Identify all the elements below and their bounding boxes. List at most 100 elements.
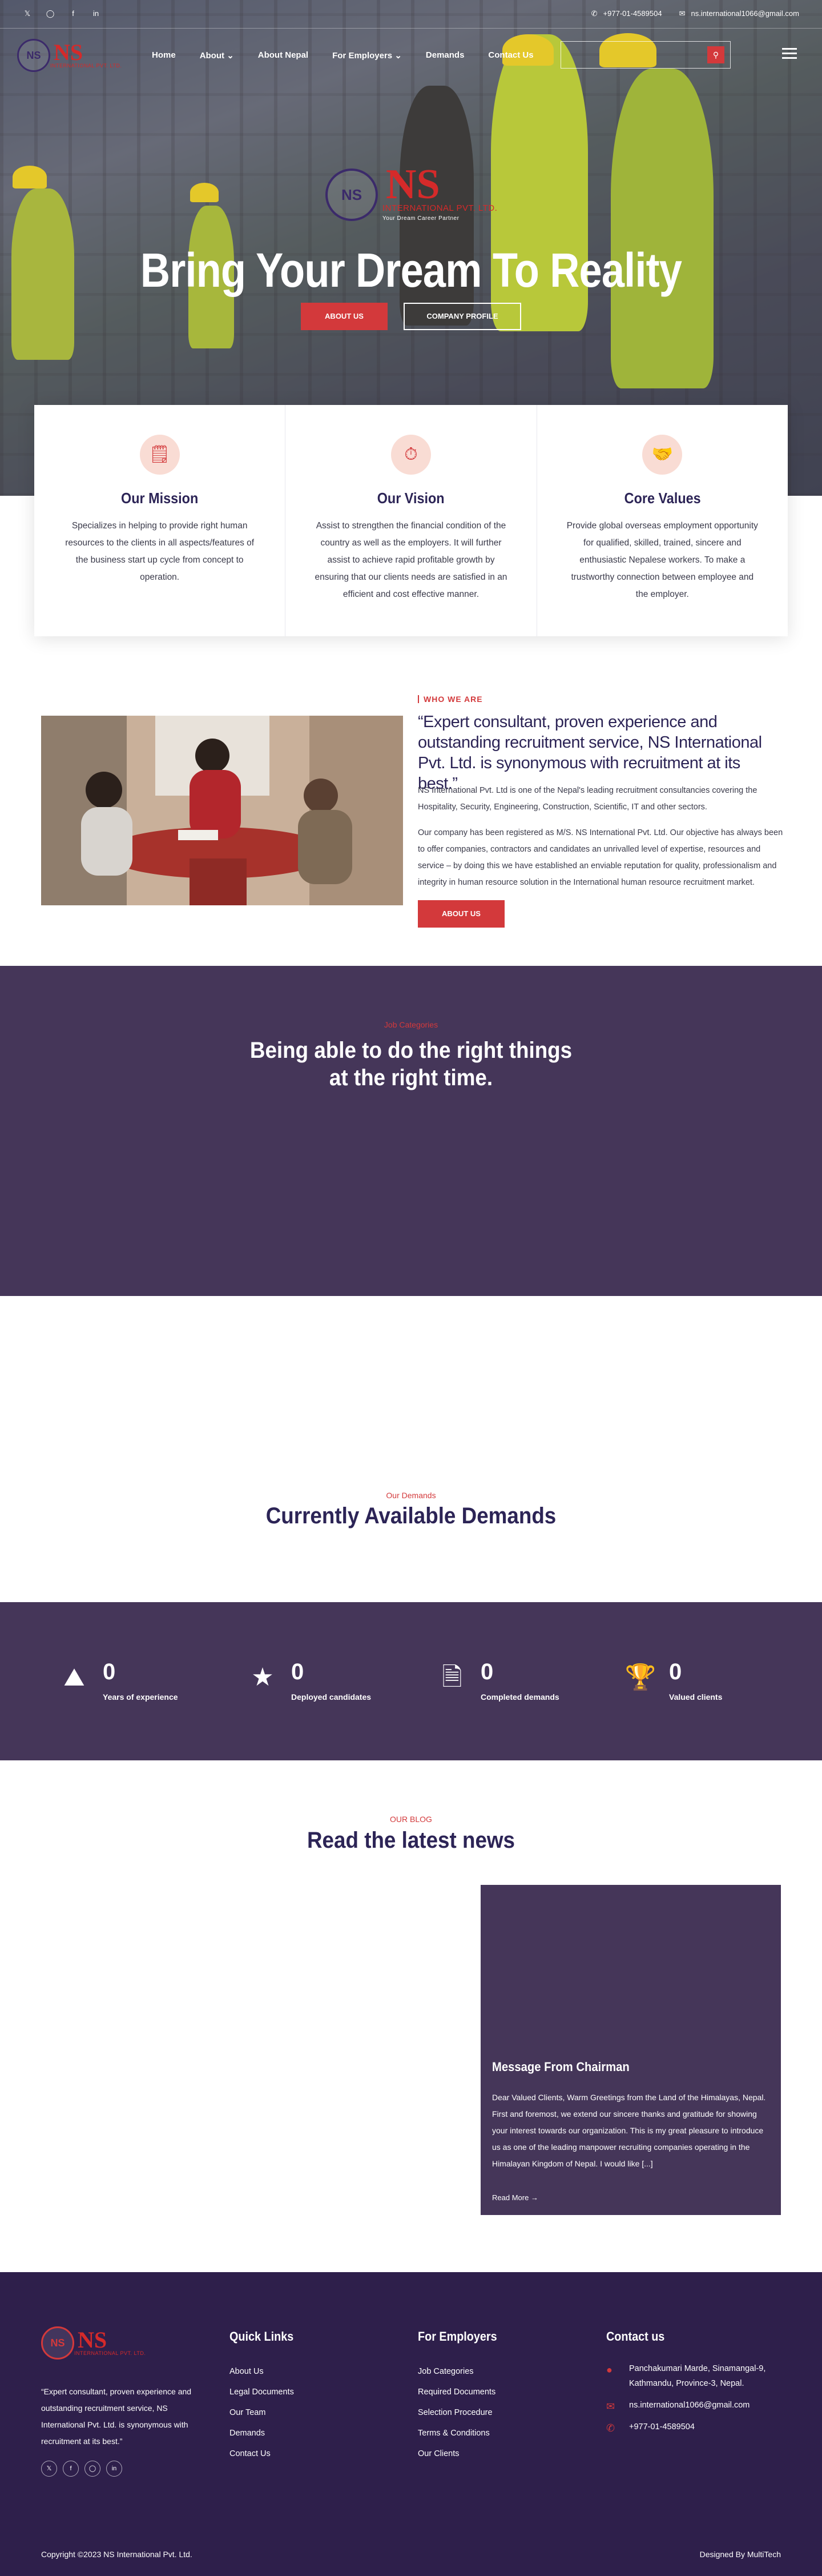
blog-card-excerpt: Dear Valued Clients, Warm Greetings from… xyxy=(492,2093,766,2168)
footer-link-about[interactable]: About Us xyxy=(229,2361,301,2382)
chevron-down-icon: ⌄ xyxy=(394,51,402,61)
search-icon[interactable]: ⚲ xyxy=(707,46,724,63)
top-phone-text: +977-01-4589504 xyxy=(603,9,662,18)
phone-icon: ✆ xyxy=(591,9,598,18)
stat-label: Valued clients xyxy=(669,1692,723,1702)
footer-email-text: ns.international1066@gmail.com xyxy=(629,2401,750,2410)
designed-by[interactable]: Designed By MultiTech xyxy=(700,2550,781,2559)
linkedin-icon[interactable]: in xyxy=(106,2461,122,2477)
footer-link-job-categories[interactable]: Job Categories xyxy=(418,2361,506,2382)
core-values-title: Core Values xyxy=(624,489,701,507)
hero-logo-emblem: NS xyxy=(325,168,378,221)
company-profile-button[interactable]: COMPANY PROFILE xyxy=(404,303,521,330)
facebook-icon[interactable]: f xyxy=(63,2461,79,2477)
footer-address: ● Panchakumari Marde, Sinamangal-9, Kathm… xyxy=(606,2361,789,2391)
stat-value: 0 xyxy=(103,1659,116,1684)
footer-social: 𝕏 f ◯ in xyxy=(41,2461,122,2477)
hero-buttons: ABOUT US COMPANY PROFILE xyxy=(0,303,822,330)
footer-link-legal[interactable]: Legal Documents xyxy=(229,2382,301,2402)
about-us-button[interactable]: ABOUT US xyxy=(301,303,388,330)
logo-name: NS xyxy=(54,39,83,65)
nav-about-nepal[interactable]: About Nepal xyxy=(258,50,308,61)
blog-eyebrow: OUR BLOG xyxy=(390,1815,432,1824)
hero-logo-name: NS xyxy=(386,161,440,208)
demands-eyebrow: Our Demands xyxy=(386,1491,436,1500)
stat-value: 0 xyxy=(481,1659,494,1684)
top-phone[interactable]: ✆ +977-01-4589504 xyxy=(591,9,662,18)
read-more-link[interactable]: Read More → xyxy=(492,2193,538,2202)
blog-title: Read the latest news xyxy=(307,1828,515,1853)
twitter-icon[interactable]: 𝕏 xyxy=(23,9,32,18)
hero-title: Bring Your Dream To Reality xyxy=(140,243,682,297)
footer-link-selection[interactable]: Selection Procedure xyxy=(418,2402,506,2423)
hero-logo-sub: INTERNATIONAL PVT. LTD. xyxy=(382,203,498,213)
hero-logo-tagline: Your Dream Career Partner xyxy=(382,215,460,222)
arrow-right-icon: → xyxy=(530,2193,538,2202)
footer-link-demands[interactable]: Demands xyxy=(229,2423,301,2443)
main-nav: NS NS INTERNATIONAL PVT. LTD. Home About… xyxy=(0,29,822,83)
footer-phone[interactable]: ✆ +977-01-4589504 xyxy=(606,2419,789,2434)
logo-emblem: NS xyxy=(17,39,50,72)
footer-link-required-docs[interactable]: Required Documents xyxy=(418,2382,506,2402)
instagram-icon[interactable]: ◯ xyxy=(84,2461,100,2477)
who-paragraph-2: Our company has been registered as M/S. … xyxy=(418,828,783,887)
nav-home[interactable]: Home xyxy=(152,50,176,61)
demands-title: Currently Available Demands xyxy=(265,1503,557,1528)
top-email-text: ns.international1066@gmail.com xyxy=(691,9,799,18)
stat-value: 0 xyxy=(291,1659,304,1684)
nav-contact[interactable]: Contact Us xyxy=(488,50,533,61)
nav-employers-label: For Employers xyxy=(332,51,393,61)
hero-background-figure xyxy=(13,166,47,188)
facebook-icon[interactable]: f xyxy=(68,9,78,18)
nav-for-employers[interactable]: For Employers ⌄ xyxy=(332,50,402,61)
footer-link-contact[interactable]: Contact Us xyxy=(229,2443,301,2464)
handshake-icon: 🤝 xyxy=(642,435,683,475)
experience-icon: ⛰ xyxy=(63,1663,85,1691)
nav-demands[interactable]: Demands xyxy=(426,50,465,61)
blog-card[interactable]: Message From Chairman Dear Valued Client… xyxy=(481,1885,781,2215)
footer-link-clients[interactable]: Our Clients xyxy=(418,2443,506,2464)
footer-email[interactable]: ✉ ns.international1066@gmail.com xyxy=(606,2398,789,2413)
who-about-us-button[interactable]: ABOUT US xyxy=(418,900,505,928)
nav-about[interactable]: About ⌄ xyxy=(200,50,234,61)
mission-icon: 🗒 xyxy=(139,435,180,475)
footer-link-terms[interactable]: Terms & Conditions xyxy=(418,2423,506,2443)
mail-icon: ✉ xyxy=(679,9,686,18)
hero-background-figure xyxy=(190,183,219,202)
mission-vision-cards: 🗒 Our Mission Specializes in helping to … xyxy=(34,405,788,636)
who-we-are-tag: WHO WE ARE xyxy=(418,695,483,704)
footer-logo[interactable]: NS NS INTERNATIONAL PVT. LTD. xyxy=(41,2326,146,2360)
trophy-icon: 🏆 xyxy=(624,1663,656,1691)
footer-link-team[interactable]: Our Team xyxy=(229,2402,301,2423)
footer-logo-sub: INTERNATIONAL PVT. LTD. xyxy=(74,2350,146,2356)
search-input[interactable]: ⚲ xyxy=(561,41,731,69)
stat-label: Completed demands xyxy=(481,1692,559,1702)
stat-label: Years of experience xyxy=(103,1692,178,1702)
top-email[interactable]: ✉ ns.international1066@gmail.com xyxy=(679,9,799,18)
chevron-down-icon: ⌄ xyxy=(227,51,234,61)
instagram-icon[interactable]: ◯ xyxy=(46,9,55,18)
hamburger-menu-icon[interactable] xyxy=(782,48,797,62)
vision-text: Assist to strengthen the financial condi… xyxy=(315,521,507,599)
footer-contact: Contact us ● Panchakumari Marde, Sinamang… xyxy=(606,2329,789,2441)
team-meeting-image xyxy=(41,716,403,905)
vision-title: Our Vision xyxy=(377,489,445,507)
who-paragraph-1: NS International Pvt. Ltd is one of the … xyxy=(418,786,757,812)
copyright: Copyright ©2023 NS International Pvt. Lt… xyxy=(41,2550,192,2559)
stat-value: 0 xyxy=(669,1659,682,1684)
contact-title: Contact us xyxy=(606,2329,665,2344)
job-categories-section: Job Categories Being able to do the righ… xyxy=(0,966,822,1296)
footer-phone-text: +977-01-4589504 xyxy=(629,2422,695,2431)
blog-card-title[interactable]: Message From Chairman xyxy=(492,2060,630,2075)
mission-text: Specializes in helping to provide right … xyxy=(65,521,255,582)
categories-title-line2: at the right time. xyxy=(329,1065,493,1090)
footer-quick-links: Quick Links About Us Legal Documents Our… xyxy=(229,2329,301,2464)
site-logo[interactable]: NS NS INTERNATIONAL PVT. LTD. xyxy=(17,39,122,72)
top-contact: ✆ +977-01-4589504 ✉ ns.international1066@g… xyxy=(591,9,799,18)
twitter-icon[interactable]: 𝕏 xyxy=(41,2461,57,2477)
hero-background-figure xyxy=(611,69,714,388)
footer-about: “Expert consultant, proven experience an… xyxy=(41,2387,192,2446)
linkedin-icon[interactable]: in xyxy=(91,9,100,18)
document-icon: 🗎 xyxy=(442,1663,462,1691)
candidates-icon: ★ xyxy=(251,1663,274,1691)
